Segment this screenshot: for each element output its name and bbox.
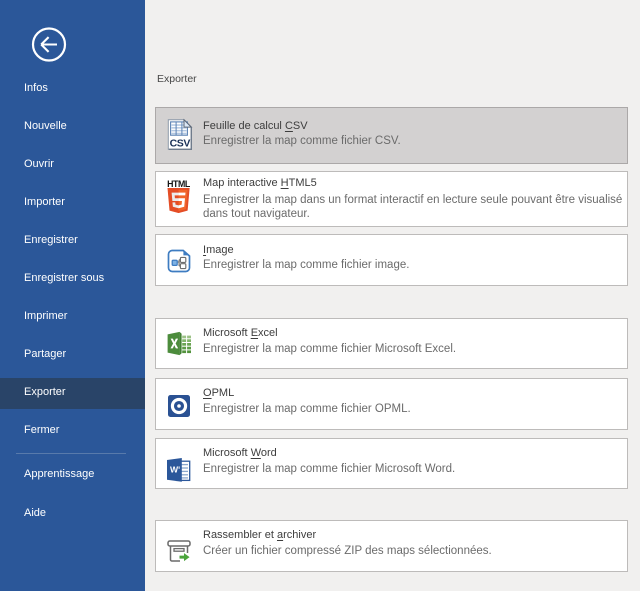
svg-text:HTML: HTML [167, 179, 191, 189]
svg-text:W: W [170, 465, 179, 475]
svg-text:CSV: CSV [170, 138, 191, 150]
